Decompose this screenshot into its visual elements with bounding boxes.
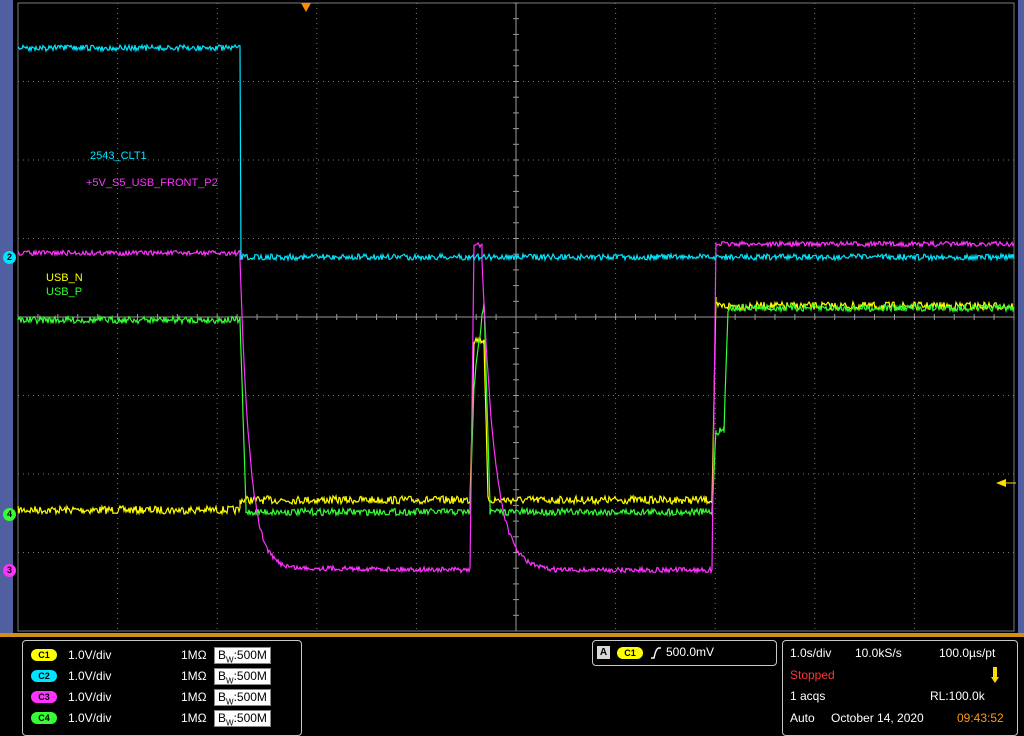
rising-edge-icon <box>651 647 661 659</box>
bandwidth-limit: BW:500M <box>214 647 271 664</box>
trigger-level: 500.0mV <box>666 645 715 659</box>
trigger-level-marker-icon[interactable] <box>996 479 1006 487</box>
acquisition-state: Stopped <box>790 668 835 682</box>
bandwidth-value: :500M <box>233 669 267 683</box>
input-impedance: 1MΩ <box>181 711 207 725</box>
acquisition-count: 1 acqs <box>790 689 826 703</box>
capture-date: October 14, 2020 <box>831 711 924 725</box>
channel-badge[interactable]: C3 <box>31 691 57 703</box>
channel-row[interactable]: C1 1.0V/div 1MΩ BW:500M <box>23 645 301 665</box>
ch2-offset-marker[interactable]: 2 <box>3 251 16 264</box>
bandwidth-limit: BW:500M <box>214 689 271 706</box>
trigger-source-badge: C1 <box>617 647 643 659</box>
input-impedance: 1MΩ <box>181 669 207 683</box>
channel-badge[interactable]: C1 <box>31 649 57 661</box>
bandwidth-value: :500M <box>233 711 267 725</box>
ch1-trace-label: USB_N <box>46 272 83 284</box>
bandwidth-prefix: B <box>218 669 227 683</box>
bandwidth-value: :500M <box>233 648 267 662</box>
trigger-settings-panel[interactable]: A C1 500.0mV <box>592 640 777 666</box>
capture-time: 09:43:52 <box>957 711 1004 725</box>
bandwidth-subscript: W <box>226 676 234 686</box>
time-per-division: 1.0s/div <box>790 646 832 660</box>
trigger-position-marker-icon[interactable] <box>301 3 311 12</box>
sample-rate: 10.0kS/s <box>855 646 902 660</box>
input-impedance: 1MΩ <box>181 648 207 662</box>
time-per-point: 100.0µs/pt <box>939 646 996 660</box>
input-impedance: 1MΩ <box>181 690 207 704</box>
bandwidth-prefix: B <box>218 711 227 725</box>
trigger-status-icon <box>991 667 999 683</box>
oscilloscope-screen: 2543_CLT1 +5V_S5_USB_FRONT_P2 USB_N USB_… <box>0 0 1024 736</box>
channel-settings-panel[interactable]: C1 1.0V/div 1MΩ BW:500M C2 1.0V/div 1MΩ BW:500M… <box>22 640 302 736</box>
bottom-bezel <box>0 633 1024 637</box>
bandwidth-prefix: B <box>218 648 227 662</box>
ch3-trace-label: +5V_S5_USB_FRONT_P2 <box>86 177 218 189</box>
volts-per-division: 1.0V/div <box>68 648 112 662</box>
record-length: RL:100.0k <box>930 689 985 703</box>
channel-row[interactable]: C4 1.0V/div 1MΩ BW:500M <box>23 708 301 728</box>
channel-badge[interactable]: C2 <box>31 670 57 682</box>
volts-per-division: 1.0V/div <box>68 669 112 683</box>
bandwidth-value: :500M <box>233 690 267 704</box>
volts-per-division: 1.0V/div <box>68 711 112 725</box>
trigger-mode: Auto <box>790 711 815 725</box>
waveform-display <box>17 2 1016 632</box>
ch4-offset-marker[interactable]: 4 <box>3 508 16 521</box>
volts-per-division: 1.0V/div <box>68 690 112 704</box>
bandwidth-subscript: W <box>226 697 234 707</box>
graticule <box>17 2 1015 632</box>
acquisition-panel[interactable]: 1.0s/div 10.0kS/s 100.0µs/pt Stopped 1 a… <box>782 640 1018 736</box>
ch4-trace-label: USB_P <box>46 286 83 298</box>
channel-row[interactable]: C3 1.0V/div 1MΩ BW:500M <box>23 687 301 707</box>
ch2-trace-label: 2543_CLT1 <box>90 150 147 162</box>
bandwidth-limit: BW:500M <box>214 668 271 685</box>
bandwidth-subscript: W <box>226 655 234 665</box>
channel-row[interactable]: C2 1.0V/div 1MΩ BW:500M <box>23 666 301 686</box>
ch3-offset-marker[interactable]: 3 <box>3 564 16 577</box>
channel-badge[interactable]: C4 <box>31 712 57 724</box>
trigger-label: A <box>597 646 610 659</box>
bandwidth-limit: BW:500M <box>214 710 271 727</box>
bandwidth-prefix: B <box>218 690 227 704</box>
bandwidth-subscript: W <box>226 718 234 728</box>
